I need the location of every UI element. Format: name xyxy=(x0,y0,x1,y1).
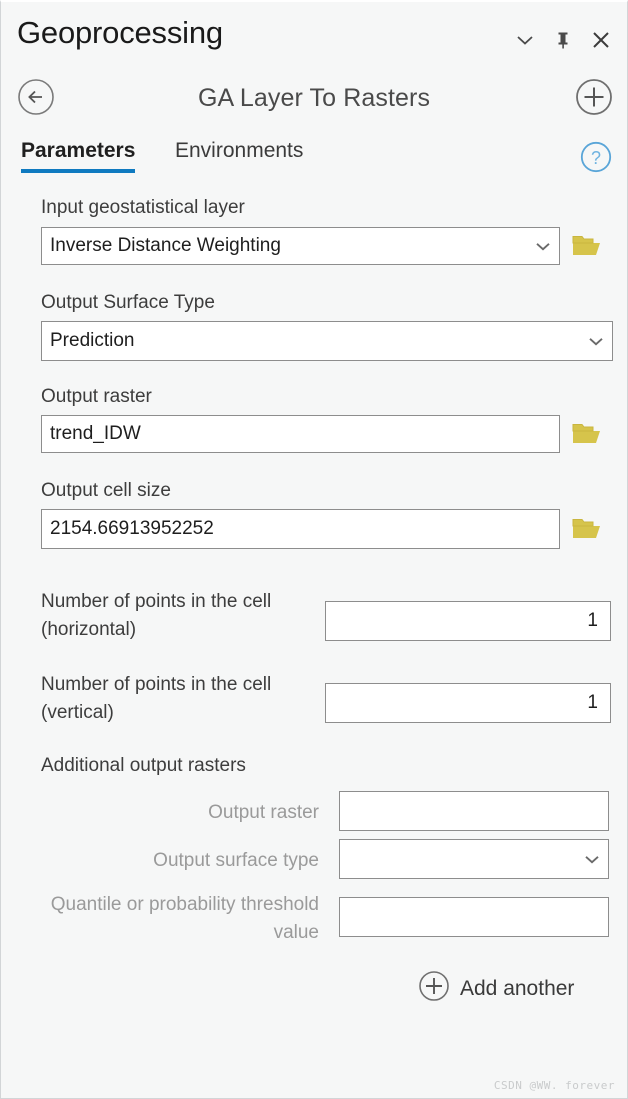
label-points-horizontal: Number of points in the cell (horizontal… xyxy=(41,591,272,640)
browse-folder-icon-cell-size[interactable] xyxy=(572,516,602,542)
label-points-vertical: Number of points in the cell (vertical) xyxy=(41,674,272,723)
watermark-text: CSDN @WW. forever xyxy=(493,1079,615,1092)
add-another-button[interactable]: Add another xyxy=(418,970,574,1007)
chevron-down-icon xyxy=(588,333,604,349)
quantile-threshold-input[interactable] xyxy=(339,897,609,937)
label-additional-output-raster: Output raster xyxy=(208,802,319,823)
chevron-down-icon xyxy=(535,238,551,254)
browse-folder-icon-input-layer[interactable] xyxy=(572,233,602,259)
output-surface-type-combo[interactable]: Prediction xyxy=(41,321,613,361)
points-horizontal-value: 1 xyxy=(587,610,598,631)
points-vertical-value: 1 xyxy=(587,692,598,713)
additional-output-surface-type-combo[interactable] xyxy=(339,839,609,879)
tab-parameters[interactable]: Parameters xyxy=(21,139,136,173)
tab-environments[interactable]: Environments xyxy=(175,139,303,169)
chevron-down-icon[interactable] xyxy=(511,26,539,54)
tool-title: GA Layer To Rasters xyxy=(197,84,431,112)
pin-icon[interactable] xyxy=(549,26,577,54)
add-another-label: Add another xyxy=(460,976,575,1000)
additional-output-raster-input[interactable] xyxy=(339,791,609,831)
close-icon[interactable] xyxy=(587,26,615,54)
label-output-surface-type: Output Surface Type xyxy=(41,292,215,313)
plus-circle-icon xyxy=(418,970,450,1007)
output-raster-input[interactable]: trend_IDW xyxy=(41,415,560,453)
panel-title: Geoprocessing xyxy=(17,15,223,50)
tool-header: GA Layer To Rasters xyxy=(1,64,627,132)
output-raster-value: trend_IDW xyxy=(50,423,141,444)
chevron-down-icon xyxy=(584,851,600,867)
label-additional-output-surface-type: Output surface type xyxy=(153,850,319,871)
output-cell-size-value: 2154.66913952252 xyxy=(50,518,214,539)
input-geostatistical-layer-value: Inverse Distance Weighting xyxy=(50,235,281,256)
label-output-raster: Output raster xyxy=(41,386,152,407)
help-circle-icon[interactable]: ? xyxy=(579,140,613,174)
browse-folder-icon-output-raster[interactable] xyxy=(572,421,602,447)
tab-bar: Parameters Environments ? xyxy=(1,133,627,185)
points-horizontal-input[interactable]: 1 xyxy=(325,601,611,641)
plus-circle-icon[interactable] xyxy=(575,78,613,116)
label-input-geostatistical-layer: Input geostatistical layer xyxy=(41,197,245,218)
input-geostatistical-layer-combo[interactable]: Inverse Distance Weighting xyxy=(41,227,560,265)
svg-text:?: ? xyxy=(591,148,601,168)
label-quantile-threshold: Quantile or probability threshold value xyxy=(50,894,319,943)
panel-titlebar: Geoprocessing xyxy=(1,2,627,64)
output-cell-size-input[interactable]: 2154.66913952252 xyxy=(41,509,560,549)
points-vertical-input[interactable]: 1 xyxy=(325,683,611,723)
label-additional-output-rasters: Additional output rasters xyxy=(41,755,246,776)
label-output-cell-size: Output cell size xyxy=(41,480,171,501)
geoprocessing-panel: Geoprocessing GA Layer To Rasters Parame… xyxy=(0,0,628,1099)
output-surface-type-value: Prediction xyxy=(50,330,135,351)
parameters-form: Input geostatistical layer Inverse Dista… xyxy=(1,185,627,1098)
